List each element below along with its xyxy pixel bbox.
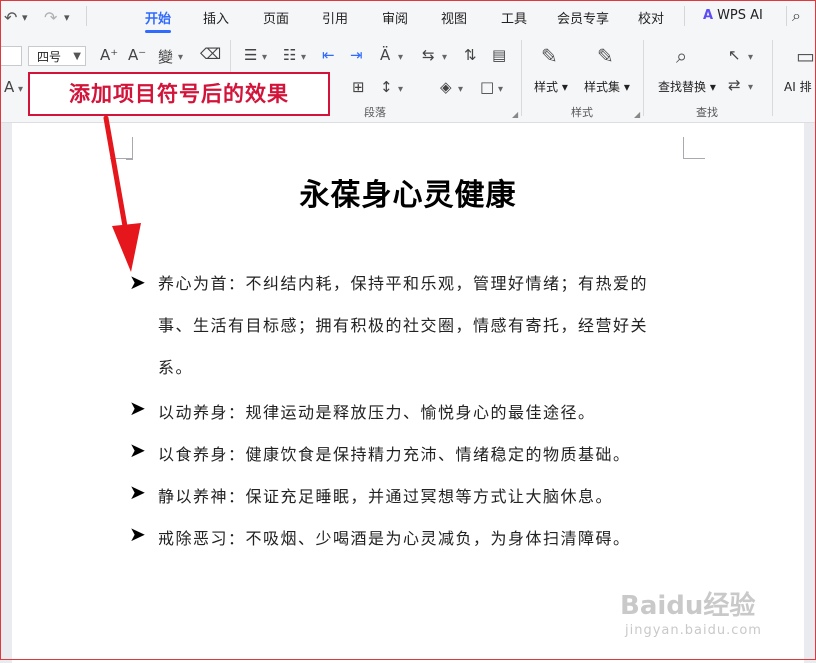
annotation-callout: 添加项目符号后的效果 [28,72,330,116]
